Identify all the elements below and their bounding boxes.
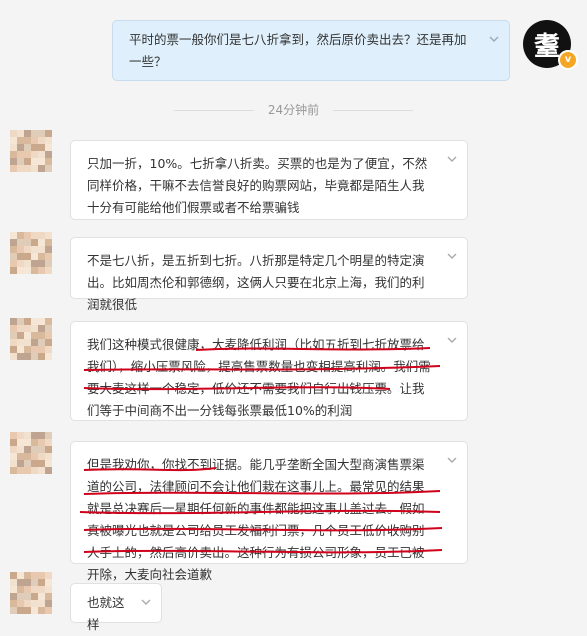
chevron-down-icon[interactable] [447, 456, 457, 464]
message-timestamp: 24分钟前 [0, 101, 587, 118]
incoming-message-text: 也就这样 [87, 595, 125, 632]
incoming-message-bubble[interactable]: 也就这样 [70, 583, 162, 632]
chevron-down-icon[interactable] [489, 35, 499, 43]
contact-avatar[interactable] [10, 572, 52, 614]
chevron-down-icon[interactable] [447, 155, 457, 163]
vip-badge: v [558, 50, 578, 70]
avatar-mosaic [10, 130, 52, 172]
incoming-message-text: 不是七八折，是五折到七折。八折那是特定几个明星的特定演出。比如周杰伦和郭德纲，这… [87, 253, 425, 312]
incoming-message-bubble[interactable]: 只加一折，10%。七折拿八折卖。买票的也是为了便宜，不然同样价格，干嘛不去信誉良… [70, 140, 468, 220]
contact-avatar[interactable] [10, 432, 52, 474]
divider [333, 110, 414, 111]
avatar-mosaic [10, 572, 52, 614]
incoming-message-bubble[interactable]: 不是七八折，是五折到七折。八折那是特定几个明星的特定演出。比如周杰伦和郭德纲，这… [70, 237, 468, 312]
chevron-down-icon[interactable] [141, 598, 151, 606]
incoming-message-text: 我们这种模式很健康，大麦降低利润（比如五折到七折放票给我们），缩小压票风险，提高… [87, 337, 431, 418]
outgoing-message-bubble[interactable]: 平时的票一般你们是七八折拿到，然后原价卖出去？还是再加一些？ [112, 20, 510, 81]
chevron-down-icon[interactable] [447, 252, 457, 260]
incoming-message-text: 但是我劝你，你找不到证据。能几乎垄断全国大型商演售票渠道的公司，法律顾问不会让他… [87, 457, 425, 582]
incoming-message-bubble[interactable]: 但是我劝你，你找不到证据。能几乎垄断全国大型商演售票渠道的公司，法律顾问不会让他… [70, 441, 468, 582]
outgoing-message-text: 平时的票一般你们是七八折拿到，然后原价卖出去？还是再加一些？ [129, 32, 467, 69]
contact-avatar[interactable] [10, 130, 52, 172]
contact-avatar[interactable] [10, 232, 52, 274]
incoming-message-text: 只加一折，10%。七折拿八折卖。买票的也是为了便宜，不然同样价格，干嘛不去信誉良… [87, 156, 428, 215]
avatar-mosaic [10, 432, 52, 474]
avatar-mosaic [10, 232, 52, 274]
contact-avatar[interactable] [10, 318, 52, 360]
chevron-down-icon[interactable] [447, 336, 457, 344]
divider [173, 110, 254, 111]
avatar-mosaic [10, 318, 52, 360]
incoming-message-bubble[interactable]: 我们这种模式很健康，大麦降低利润（比如五折到七折放票给我们），缩小压票风险，提高… [70, 321, 468, 421]
